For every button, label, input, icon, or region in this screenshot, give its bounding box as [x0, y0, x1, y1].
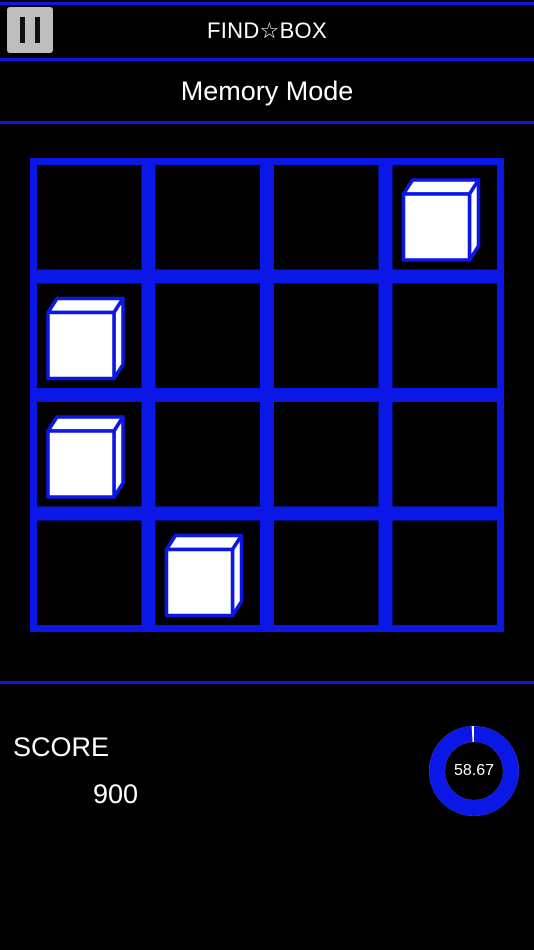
grid-cell[interactable]	[386, 277, 503, 394]
grid-cell[interactable]	[149, 159, 266, 276]
timer-text: 58.67	[453, 762, 495, 779]
grid-cell[interactable]	[31, 514, 148, 631]
cube-top-face	[401, 178, 481, 196]
cube-box[interactable]	[401, 178, 481, 262]
cube-top-face	[46, 415, 125, 433]
grid-cell[interactable]	[268, 514, 385, 631]
cube-box[interactable]	[46, 296, 125, 381]
score-value: 900	[93, 779, 139, 809]
cube-box[interactable]	[164, 533, 244, 618]
grid-cell[interactable]	[386, 514, 503, 631]
cube-front-face	[46, 310, 116, 381]
mode-title: Memory Mode	[180, 76, 354, 106]
score-label: SCORE	[13, 732, 110, 762]
cube-top-face	[164, 533, 244, 552]
grid-line-horizontal	[30, 390, 504, 400]
cube-front-face	[164, 547, 235, 618]
cube-top-face	[46, 296, 125, 315]
grid-cell[interactable]	[149, 396, 266, 513]
board-divider	[0, 681, 534, 684]
game-board	[30, 158, 504, 632]
grid-line-horizontal	[30, 271, 504, 282]
grid-line-horizontal	[30, 508, 504, 519]
cube-box[interactable]	[46, 415, 125, 499]
grid-cell[interactable]	[386, 396, 503, 513]
grid-cell[interactable]	[149, 277, 266, 394]
grid-cell[interactable]	[268, 159, 385, 276]
header-bar: FIND☆BOX	[0, 5, 534, 58]
app-title: FIND☆BOX	[207, 18, 327, 43]
mode-divider	[0, 121, 534, 124]
cube-front-face	[401, 192, 472, 262]
grid-cell[interactable]	[268, 396, 385, 513]
grid-cell[interactable]	[268, 277, 385, 394]
grid-cell[interactable]	[31, 159, 148, 276]
header-divider	[0, 58, 534, 61]
cube-front-face	[46, 429, 116, 499]
